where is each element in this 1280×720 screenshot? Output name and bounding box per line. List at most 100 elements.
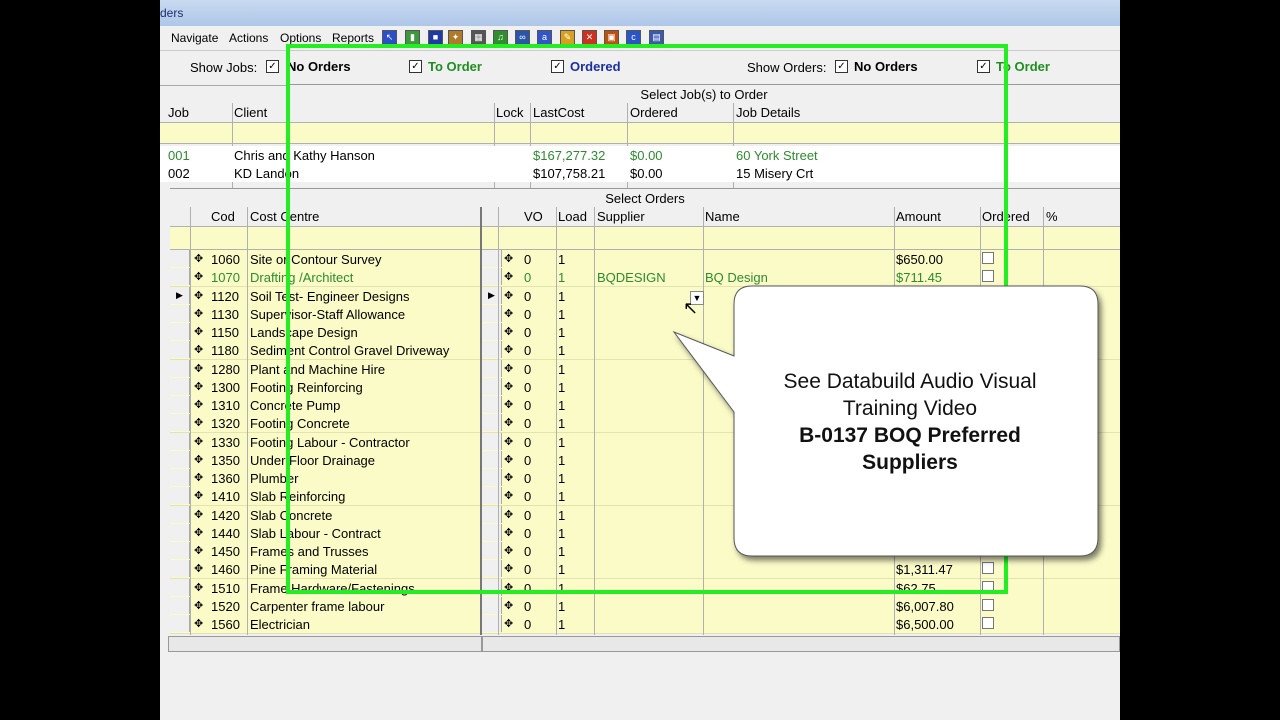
order-code: 1120 — [211, 288, 239, 304]
orders-header-code[interactable]: Cod — [211, 209, 235, 224]
order-code: 1300 — [211, 379, 240, 395]
order-code: 1460 — [211, 562, 240, 578]
expand-icon[interactable]: ✥ — [194, 416, 203, 429]
select-icon[interactable]: ↖ — [382, 30, 397, 45]
title-bar: ders — [160, 0, 1120, 26]
show-jobs-no-orders-checkbox[interactable]: ✓ — [266, 60, 279, 73]
expand-icon[interactable]: ✥ — [194, 581, 203, 594]
order-code: 1180 — [211, 343, 239, 359]
row-selector[interactable] — [170, 268, 190, 286]
menu-reports[interactable]: Reports — [332, 31, 374, 45]
pencil-icon[interactable]: ✎ — [560, 30, 575, 45]
expand-icon[interactable]: ✥ — [194, 526, 203, 539]
expand-icon[interactable]: ✥ — [504, 599, 513, 612]
order-amount: $6,007.80 — [896, 598, 954, 614]
box-icon[interactable]: ▣ — [604, 30, 619, 45]
order-cost-centre: Carpenter frame labour — [250, 598, 385, 614]
expand-icon[interactable]: ✥ — [194, 289, 203, 302]
expand-icon[interactable]: ✥ — [194, 471, 203, 484]
row-selector[interactable] — [170, 596, 190, 614]
row-selector[interactable]: ▶ — [170, 286, 190, 304]
row-selector[interactable] — [170, 414, 190, 432]
order-cost-centre: Electrician — [250, 617, 310, 632]
expand-icon[interactable]: ✥ — [194, 270, 203, 283]
order-code: 1310 — [211, 398, 240, 413]
expand-icon[interactable]: ✥ — [194, 562, 203, 575]
expand-icon[interactable]: ✥ — [194, 435, 203, 448]
order-row[interactable]: ✥ 1520 Carpenter frame labour ✥ 0 1 $6,007.80 — [170, 596, 1120, 616]
row-selector[interactable] — [170, 396, 190, 413]
expand-icon[interactable]: ✥ — [194, 617, 203, 630]
row-selector[interactable] — [170, 304, 190, 322]
order-code: 1070 — [211, 270, 240, 286]
order-load: 1 — [558, 598, 566, 614]
music-icon[interactable]: ♫ — [493, 30, 508, 45]
orders-horizontal-scrollbar[interactable] — [482, 636, 1120, 652]
row-selector[interactable] — [170, 341, 190, 359]
expand-icon[interactable]: ✥ — [504, 617, 513, 630]
order-code: 1410 — [211, 489, 240, 505]
abc-icon[interactable]: c — [626, 30, 641, 45]
expand-icon[interactable]: ✥ — [194, 489, 203, 502]
row-selector[interactable] — [170, 542, 190, 559]
ordered-checkbox[interactable] — [982, 598, 994, 611]
expand-icon[interactable]: ✥ — [194, 508, 203, 521]
ordered-checkbox[interactable] — [982, 617, 994, 629]
abc-icon[interactable]: a — [537, 30, 552, 45]
order-code: 1060 — [211, 252, 240, 267]
gallery-icon[interactable]: ▤ — [649, 30, 664, 45]
order-code: 1560 — [211, 617, 240, 632]
expand-icon[interactable]: ✥ — [194, 362, 203, 375]
row-selector[interactable] — [170, 560, 190, 578]
jobs-header-job[interactable]: Job — [168, 105, 189, 120]
row-selector[interactable] — [482, 615, 502, 632]
row-selector[interactable] — [170, 377, 190, 395]
row-selector[interactable] — [170, 323, 190, 340]
row-selector[interactable] — [170, 505, 190, 523]
row-selector[interactable] — [170, 523, 190, 541]
order-code: 1420 — [211, 507, 240, 523]
expand-icon[interactable]: ✥ — [194, 252, 203, 265]
orders-header-percent[interactable]: % — [1046, 209, 1058, 224]
expand-icon[interactable]: ✥ — [194, 453, 203, 466]
tools-icon[interactable]: ✦ — [448, 30, 463, 45]
expand-icon[interactable]: ✥ — [194, 380, 203, 393]
order-amount: $6,500.00 — [896, 617, 954, 632]
order-code: 1350 — [211, 452, 240, 468]
expand-icon[interactable]: ✥ — [194, 325, 203, 338]
row-selector[interactable] — [170, 615, 190, 632]
row-selector[interactable] — [170, 487, 190, 505]
row-selector[interactable] — [170, 469, 190, 486]
binoculars-icon[interactable]: ∞ — [515, 30, 530, 45]
cancel-icon[interactable]: ✕ — [582, 30, 597, 45]
row-selector[interactable] — [170, 432, 190, 450]
row-selector[interactable] — [482, 596, 502, 614]
menu-actions[interactable]: Actions — [229, 31, 268, 45]
jobs-header-client[interactable]: Client — [234, 105, 267, 120]
expand-icon[interactable]: ✥ — [194, 599, 203, 612]
expand-icon[interactable]: ✥ — [194, 343, 203, 356]
window-title: ders — [160, 6, 184, 20]
expand-icon[interactable]: ✥ — [194, 307, 203, 320]
order-code: 1130 — [211, 306, 239, 322]
order-vo: 0 — [524, 617, 532, 632]
order-row[interactable]: ✥ 1560 Electrician ✥ 0 1 $6,500.00 — [170, 615, 1120, 634]
job-number: 002 — [168, 166, 190, 181]
expand-icon[interactable]: ✥ — [194, 544, 203, 557]
trash-icon[interactable]: ▮ — [405, 30, 420, 45]
menu-options[interactable]: Options — [280, 31, 321, 45]
grid-icon[interactable]: ▦ — [471, 30, 486, 45]
order-code: 1520 — [211, 598, 240, 614]
row-selector[interactable] — [170, 450, 190, 468]
order-load: 1 — [558, 617, 566, 632]
row-selector[interactable] — [170, 359, 190, 377]
show-jobs-label: Show Jobs: — [190, 60, 258, 75]
expand-icon[interactable]: ✥ — [194, 398, 203, 411]
menu-navigate[interactable]: Navigate — [171, 31, 218, 45]
row-selector[interactable] — [170, 250, 190, 267]
row-selector[interactable] — [170, 578, 190, 596]
cost-centre-horizontal-scrollbar[interactable] — [168, 636, 482, 652]
callout-line-1: See Databuild Audio Visual — [783, 370, 1037, 393]
callout-line-3: B-0137 BOQ Preferred — [799, 424, 1021, 447]
save-icon[interactable]: ■ — [428, 30, 443, 45]
